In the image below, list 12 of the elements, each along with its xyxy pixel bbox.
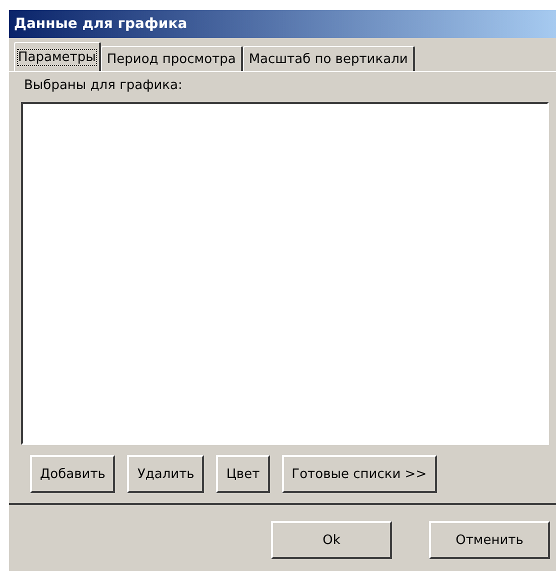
list-button[interactable]: Добавить bbox=[30, 455, 116, 493]
tab[interactable]: Масштаб по вертикали bbox=[242, 46, 415, 71]
list-button[interactable]: Готовые списки >> bbox=[282, 455, 437, 493]
list-button[interactable]: Удалить bbox=[127, 455, 204, 493]
tab[interactable]: Параметры bbox=[14, 42, 101, 71]
list-label: Выбраны для графика: bbox=[23, 78, 184, 95]
window-title: Данные для графика bbox=[14, 16, 188, 32]
dialog-button[interactable]: Ok bbox=[271, 521, 392, 559]
dialog-button[interactable]: Отменить bbox=[429, 521, 550, 559]
list-button[interactable]: Цвет bbox=[216, 455, 270, 493]
tab[interactable]: Период просмотра bbox=[100, 46, 243, 71]
list-box[interactable] bbox=[21, 102, 549, 445]
